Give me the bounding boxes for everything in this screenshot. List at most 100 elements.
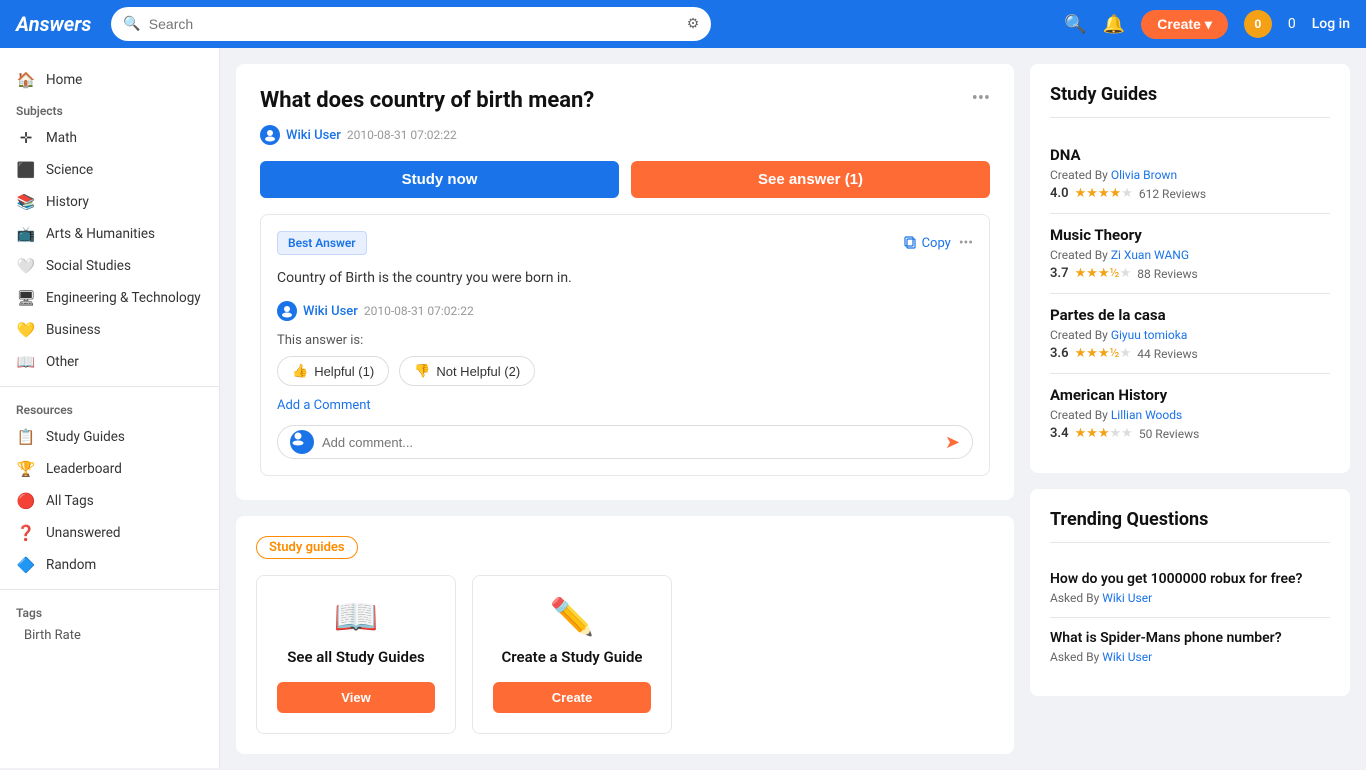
page-wrapper: 🏠 Home Subjects ✛ Math ⬛ Science 📚 Histo… [0,48,1366,770]
sidebar-item-business[interactable]: 💛 Business [0,314,219,346]
trending-meta: Asked By Wiki User [1050,591,1330,605]
see-answer-button[interactable]: See answer (1) [631,161,990,198]
sidebar-item-math[interactable]: ✛ Math [0,122,219,154]
trending-item-0: How do you get 1000000 robux for free? A… [1050,559,1330,618]
not-helpful-button[interactable]: 👎 Not Helpful (2) [399,356,535,386]
subjects-label: Subjects [0,96,219,122]
search-input[interactable] [149,16,679,32]
sidebar-item-label: Business [46,322,101,338]
sidebar-item-label: History [46,194,89,210]
trending-title: Trending Questions [1050,509,1330,543]
sidebar-item-random[interactable]: 🔷 Random [0,549,219,581]
trending-question[interactable]: What is Spider-Mans phone number? [1050,630,1330,646]
stars: ★★★½★ [1075,346,1132,361]
sg-name[interactable]: Partes de la casa [1050,306,1330,324]
sidebar-divider [0,386,219,387]
study-guides-card: Study guides 📖 See all Study Guides View… [236,516,1014,754]
trending-item-1: What is Spider-Mans phone number? Asked … [1050,618,1330,676]
copy-button[interactable]: Copy [904,236,951,251]
random-icon: 🔷 [16,556,36,574]
sidebar-item-label: Leaderboard [46,461,122,477]
create-button[interactable]: Create ▾ [1141,10,1228,39]
sidebar-item-label: All Tags [46,493,94,509]
answer-date: 2010-08-31 07:02:22 [364,304,474,318]
header-search-icon[interactable]: 🔍 [1064,14,1086,35]
add-comment-link[interactable]: Add a Comment [277,398,973,413]
leaderboard-icon: 🏆 [16,460,36,478]
sidebar: 🏠 Home Subjects ✛ Math ⬛ Science 📚 Histo… [0,48,220,768]
sidebar-item-study-guides[interactable]: 📋 Study Guides [0,421,219,453]
see-all-study-guides-box: 📖 See all Study Guides View [256,575,456,734]
trending-questions-card: Trending Questions How do you get 100000… [1030,489,1350,696]
unanswered-icon: ❓ [16,524,36,542]
sidebar-item-arts-humanities[interactable]: 📺 Arts & Humanities [0,218,219,250]
comment-input[interactable] [322,435,937,450]
points-display: 0 [1288,16,1296,32]
answer-more-icon[interactable]: ••• [959,235,973,251]
question-card: What does country of birth mean? ••• Wik… [236,64,1014,500]
arts-icon: 📺 [16,225,36,243]
sg-rating-row: 3.6 ★★★½★ 44 Reviews [1050,346,1330,361]
more-options-icon[interactable]: ••• [972,88,990,109]
answer-actions: Copy ••• [904,235,973,251]
answer-section: Best Answer Copy ••• Country of Birth is… [260,214,990,476]
sg-name[interactable]: DNA [1050,146,1330,164]
history-icon: 📚 [16,193,36,211]
sidebar-item-unanswered[interactable]: ❓ Unanswered [0,517,219,549]
create-study-guide-button[interactable]: Create [493,682,651,713]
notification-bell-icon[interactable]: 🔔 [1103,14,1125,35]
all-tags-icon: 🔴 [16,492,36,510]
sidebar-item-label: Unanswered [46,525,121,541]
question-user[interactable]: Wiki User [286,128,341,143]
sidebar-item-history[interactable]: 📚 History [0,186,219,218]
study-guide-item-music-theory: Music Theory Created By Zi Xuan WANG 3.7… [1050,214,1330,294]
question-meta: Wiki User 2010-08-31 07:02:22 [260,125,990,145]
answer-user[interactable]: Wiki User [303,304,358,319]
create-study-guide-title: Create a Study Guide [501,648,642,666]
stars: ★★★½★ [1075,266,1132,281]
vote-buttons: 👍 Helpful (1) 👎 Not Helpful (2) [277,356,973,386]
sidebar-item-label: Random [46,557,96,573]
sidebar-item-engineering-technology[interactable]: 🖥 Engineering & Technology [0,282,219,314]
main-content: What does country of birth mean? ••• Wik… [220,48,1366,770]
thumbs-down-icon: 👎 [414,363,430,379]
study-now-button[interactable]: Study now [260,161,619,198]
right-study-guides-card: Study Guides DNA Created By Olivia Brown… [1030,64,1350,473]
sidebar-item-home[interactable]: 🏠 Home [0,64,219,96]
study-guide-item-partes: Partes de la casa Created By Giyuu tomio… [1050,294,1330,374]
right-study-guides-title: Study Guides [1050,84,1330,118]
stars: ★★★★★ [1075,426,1133,441]
header: Answers 🔍 ⚙ 🔍 🔔 Create ▾ 0 0 Log in [0,0,1366,48]
sidebar-item-all-tags[interactable]: 🔴 All Tags [0,485,219,517]
helpful-button[interactable]: 👍 Helpful (1) [277,356,389,386]
view-study-guides-button[interactable]: View [277,682,435,713]
trending-meta: Asked By Wiki User [1050,650,1330,664]
tags-label: Tags [0,598,219,624]
send-comment-button[interactable]: ➤ [945,432,960,453]
sg-rating-row: 4.0 ★★★★★ 612 Reviews [1050,186,1330,201]
sidebar-item-label: Social Studies [46,258,131,274]
see-all-study-guides-title: See all Study Guides [287,648,425,666]
question-title: What does country of birth mean? [260,88,972,113]
answer-header: Best Answer Copy ••• [277,231,973,255]
sidebar-item-label: Engineering & Technology [46,290,201,306]
best-answer-badge: Best Answer [277,231,367,255]
sidebar-item-leaderboard[interactable]: 🏆 Leaderboard [0,453,219,485]
sg-name[interactable]: Music Theory [1050,226,1330,244]
search-bar[interactable]: 🔍 ⚙ [111,7,711,41]
trending-question[interactable]: How do you get 1000000 robux for free? [1050,571,1330,587]
study-guides-grid: 📖 See all Study Guides View ✏️ Create a … [256,575,994,734]
sidebar-item-science[interactable]: ⬛ Science [0,154,219,186]
sidebar-item-label: Home [46,72,82,88]
filter-icon[interactable]: ⚙ [687,16,700,32]
create-study-guide-icon: ✏️ [550,596,595,638]
sidebar-item-social-studies[interactable]: 🤍 Social Studies [0,250,219,282]
sidebar-item-other[interactable]: 📖 Other [0,346,219,378]
sidebar-item-label: Arts & Humanities [46,226,155,242]
stars: ★★★★★ [1075,186,1133,201]
tag-birth-rate[interactable]: Birth Rate [0,624,219,647]
login-button[interactable]: Log in [1312,16,1350,32]
sg-name[interactable]: American History [1050,386,1330,404]
chevron-down-icon: ▾ [1205,16,1212,33]
sg-creator: Created By Lillian Woods [1050,408,1330,422]
